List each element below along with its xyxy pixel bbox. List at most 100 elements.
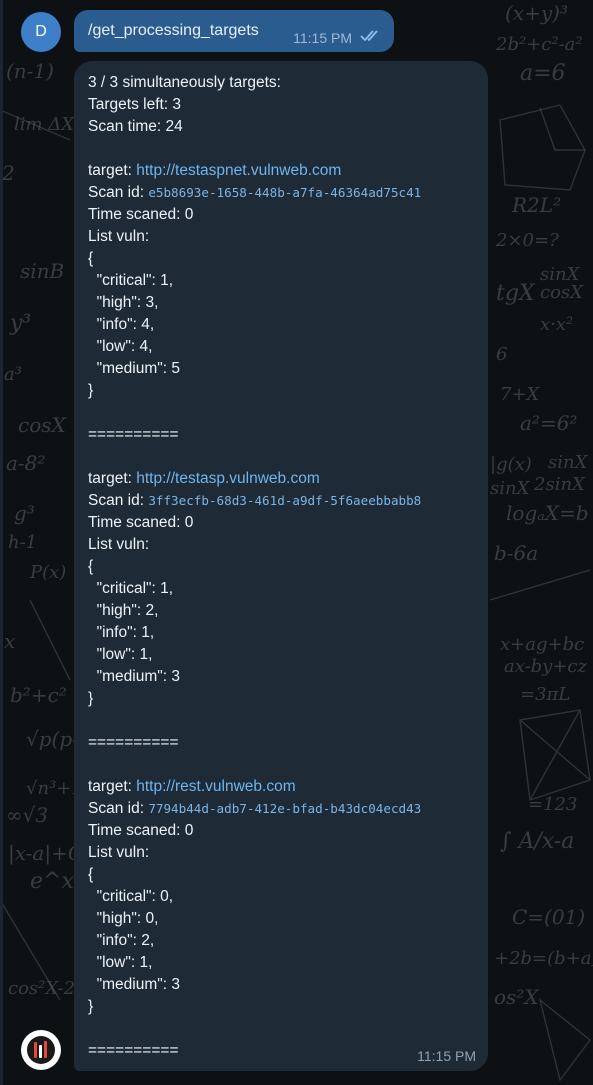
bot-message-time: 11:15 PM (417, 1048, 476, 1064)
svg-text:os²X: os²X (494, 985, 539, 1009)
vuln-high: "high": 0, (88, 910, 159, 927)
svg-text:b-6a: b-6a (494, 541, 538, 565)
svg-text:tgX: tgX (496, 281, 536, 306)
svg-text:6: 6 (496, 344, 507, 365)
vuln-critical: "critical": 1, (88, 580, 174, 597)
vuln-high: "high": 2, (88, 602, 159, 619)
scan-id-label: Scan id: (88, 492, 149, 509)
scan-id-code[interactable]: e5b8693e-1658-448b-a7fa-46364ad75c41 (148, 185, 421, 200)
targets-list: target: http://testaspnet.vulnweb.com Sca… (88, 138, 480, 1062)
svg-text:sinX: sinX (490, 478, 531, 499)
summary-line: 3 / 3 simultaneously targets: (88, 74, 281, 91)
double-check-icon (360, 30, 378, 42)
scan-id-line: Scan id: 3ff3ecfb-68d3-461d-a9df-5f6aeeb… (88, 490, 480, 512)
svg-text:sinX: sinX (548, 452, 589, 473)
target-label: target: (88, 778, 137, 795)
right-chalk-doodles: (x+y)³ 2b²+c²-a² a=6 R2L² 2×0=? tgX sinX… (489, 1, 593, 1082)
json-open-brace: { (88, 866, 94, 883)
vuln-critical: "critical": 0, (88, 888, 174, 905)
scan-id-line: Scan id: 7794b44d-adb7-412e-bfad-b43dc04… (88, 798, 480, 820)
svg-text:2b²+c²-a²: 2b²+c²-a² (495, 34, 583, 55)
svg-text:|x-a|+C: |x-a|+C (8, 841, 83, 866)
target-url-link[interactable]: http://testaspnet.vulnweb.com (136, 162, 341, 179)
target-label: target: (88, 470, 137, 487)
svg-text:h-1: h-1 (8, 532, 37, 553)
vuln-low: "low": 4, (88, 338, 153, 355)
list-vuln-line: List vuln: (88, 228, 150, 245)
svg-text:∫ A/x-a: ∫ A/x-a (500, 829, 574, 854)
svg-text:(n-1): (n-1) (6, 59, 54, 83)
avatar-letter: D (35, 23, 47, 40)
json-open-brace: { (88, 250, 94, 267)
svg-text:cosX: cosX (540, 282, 584, 303)
svg-text:P(x): P(x) (29, 562, 66, 583)
vuln-medium: "medium": 5 (88, 360, 180, 377)
svg-text:+2b=(b+a)²: +2b=(b+a)² (494, 948, 593, 969)
svg-text:=3πL: =3πL (520, 684, 570, 705)
bot-response-bubble[interactable]: 3 / 3 simultaneously targets: Targets le… (74, 61, 488, 1071)
separator-line: ========== (88, 734, 179, 751)
vuln-high: "high": 3, (88, 294, 159, 311)
scan-id-label: Scan id: (88, 800, 149, 817)
target-url-link[interactable]: http://rest.vulnweb.com (136, 778, 295, 795)
svg-text:x: x (4, 629, 15, 653)
svg-text:cosX: cosX (18, 413, 67, 437)
vuln-info: "info": 4, (88, 316, 155, 333)
svg-text:a-8²: a-8² (6, 451, 45, 475)
target-url-link[interactable]: http://testasp.vulnweb.com (136, 470, 320, 487)
svg-text:b²+c²: b²+c² (10, 683, 67, 707)
vuln-medium: "medium": 3 (88, 668, 180, 685)
bot-logo-icon (27, 1036, 55, 1064)
svg-text:C=(01): C=(01) (512, 905, 585, 929)
svg-text:x+ag+bc: x+ag+bc (500, 634, 584, 655)
bot-response-text: 3 / 3 simultaneously targets: Targets le… (88, 72, 480, 1062)
svg-text:lim ΔX: lim ΔX (14, 114, 75, 135)
json-close-brace: } (88, 690, 94, 707)
vuln-low: "low": 1, (88, 646, 153, 663)
svg-text:(x+y)³: (x+y)³ (505, 1, 568, 25)
command-message-time: 11:15 PM (293, 30, 352, 46)
bot-avatar[interactable] (21, 1030, 61, 1070)
svg-text:√p(p-: √p(p- (26, 727, 79, 751)
vuln-low: "low": 1, (88, 954, 153, 971)
svg-text:2sinX: 2sinX (533, 474, 586, 495)
svg-text:a³: a³ (4, 364, 22, 385)
vuln-info: "info": 1, (88, 624, 155, 641)
svg-text:g³: g³ (14, 501, 35, 525)
svg-text:ax-by+cz: ax-by+cz (504, 656, 588, 677)
user-avatar[interactable]: D (21, 12, 61, 52)
scan-id-code[interactable]: 3ff3ecfb-68d3-461d-a9df-5f6aeebbabb8 (148, 493, 421, 508)
json-close-brace: } (88, 998, 94, 1015)
list-vuln-line: List vuln: (88, 536, 150, 553)
svg-text:sinX: sinX (540, 264, 581, 285)
svg-text:2: 2 (1, 161, 15, 185)
svg-text:x·x²: x·x² (540, 314, 573, 335)
vuln-info: "info": 2, (88, 932, 155, 949)
vuln-medium: "medium": 3 (88, 976, 180, 993)
svg-text:logₐX=b: logₐX=b (506, 501, 589, 525)
svg-text:=123: =123 (528, 794, 577, 815)
target-line: target: http://testasp.vulnweb.com (88, 468, 480, 490)
json-close-brace: } (88, 382, 94, 399)
vuln-critical: "critical": 1, (88, 272, 174, 289)
json-open-brace: { (88, 558, 94, 575)
time-scaned-line: Time scaned: 0 (88, 822, 194, 839)
time-scaned-line: Time scaned: 0 (88, 206, 194, 223)
command-text[interactable]: /get_processing_targets (88, 22, 259, 40)
left-edge-strip (0, 0, 3, 1085)
command-message-bubble[interactable]: /get_processing_targets 11:15 PM (74, 10, 394, 52)
scan-id-code[interactable]: 7794b44d-adb7-412e-bfad-b43dc04ecd43 (148, 801, 421, 816)
svg-text:∞√3: ∞√3 (6, 803, 48, 827)
svg-text:2×0=?: 2×0=? (495, 230, 559, 251)
svg-text:7+X: 7+X (500, 384, 541, 405)
targets-left-line: Targets left: 3 (88, 96, 182, 113)
target-line: target: http://rest.vulnweb.com (88, 776, 480, 798)
scan-id-line: Scan id: e5b8693e-1658-448b-a7fa-46364ad… (88, 182, 480, 204)
scan-time-line: Scan time: 24 (88, 118, 183, 135)
